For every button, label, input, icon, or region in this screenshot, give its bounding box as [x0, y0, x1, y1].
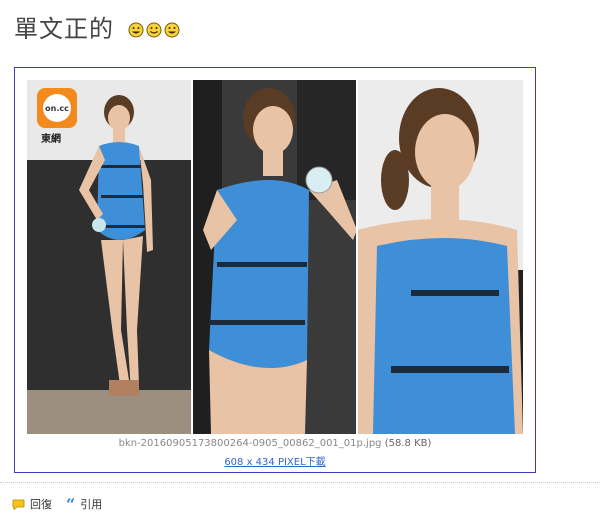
- attachment-info: bkn-20160905173800264-0905_00862_001_01p…: [15, 438, 535, 449]
- emoticon-group: [128, 22, 180, 38]
- attachment-filesize: (58.8 KB): [384, 438, 432, 449]
- attachment-frame: on.cc 東網 bkn-20160905173800264-0905_0086…: [14, 67, 536, 473]
- photo-collage: [27, 80, 523, 434]
- smile-emoticon-icon: [146, 22, 162, 38]
- grin-emoticon-icon: [128, 22, 144, 38]
- post-title: 單文正的: [14, 15, 114, 43]
- reply-button[interactable]: 回復: [12, 496, 52, 512]
- reply-label: 回復: [30, 498, 52, 511]
- oncc-logo-ring: on.cc: [43, 94, 71, 122]
- attachment-image[interactable]: on.cc 東網: [27, 80, 523, 434]
- speech-bubble-icon: [12, 499, 25, 510]
- oncc-logo: on.cc: [37, 88, 77, 128]
- grin-emoticon-icon: [164, 22, 180, 38]
- post-actions: 回復 “ 引用: [12, 496, 102, 512]
- watermark-caption: 東網: [41, 134, 61, 145]
- oncc-logo-text: on.cc: [45, 103, 69, 113]
- attachment-filename: bkn-20160905173800264-0905_00862_001_01p…: [118, 438, 382, 449]
- quote-label: 引用: [80, 498, 103, 511]
- quote-button[interactable]: “ 引用: [66, 496, 102, 512]
- quote-icon: “: [66, 494, 76, 514]
- post-divider: [0, 482, 600, 483]
- download-link[interactable]: 608 x 434 PIXEL下載: [15, 453, 535, 468]
- post-title-row: 單文正的: [14, 14, 180, 44]
